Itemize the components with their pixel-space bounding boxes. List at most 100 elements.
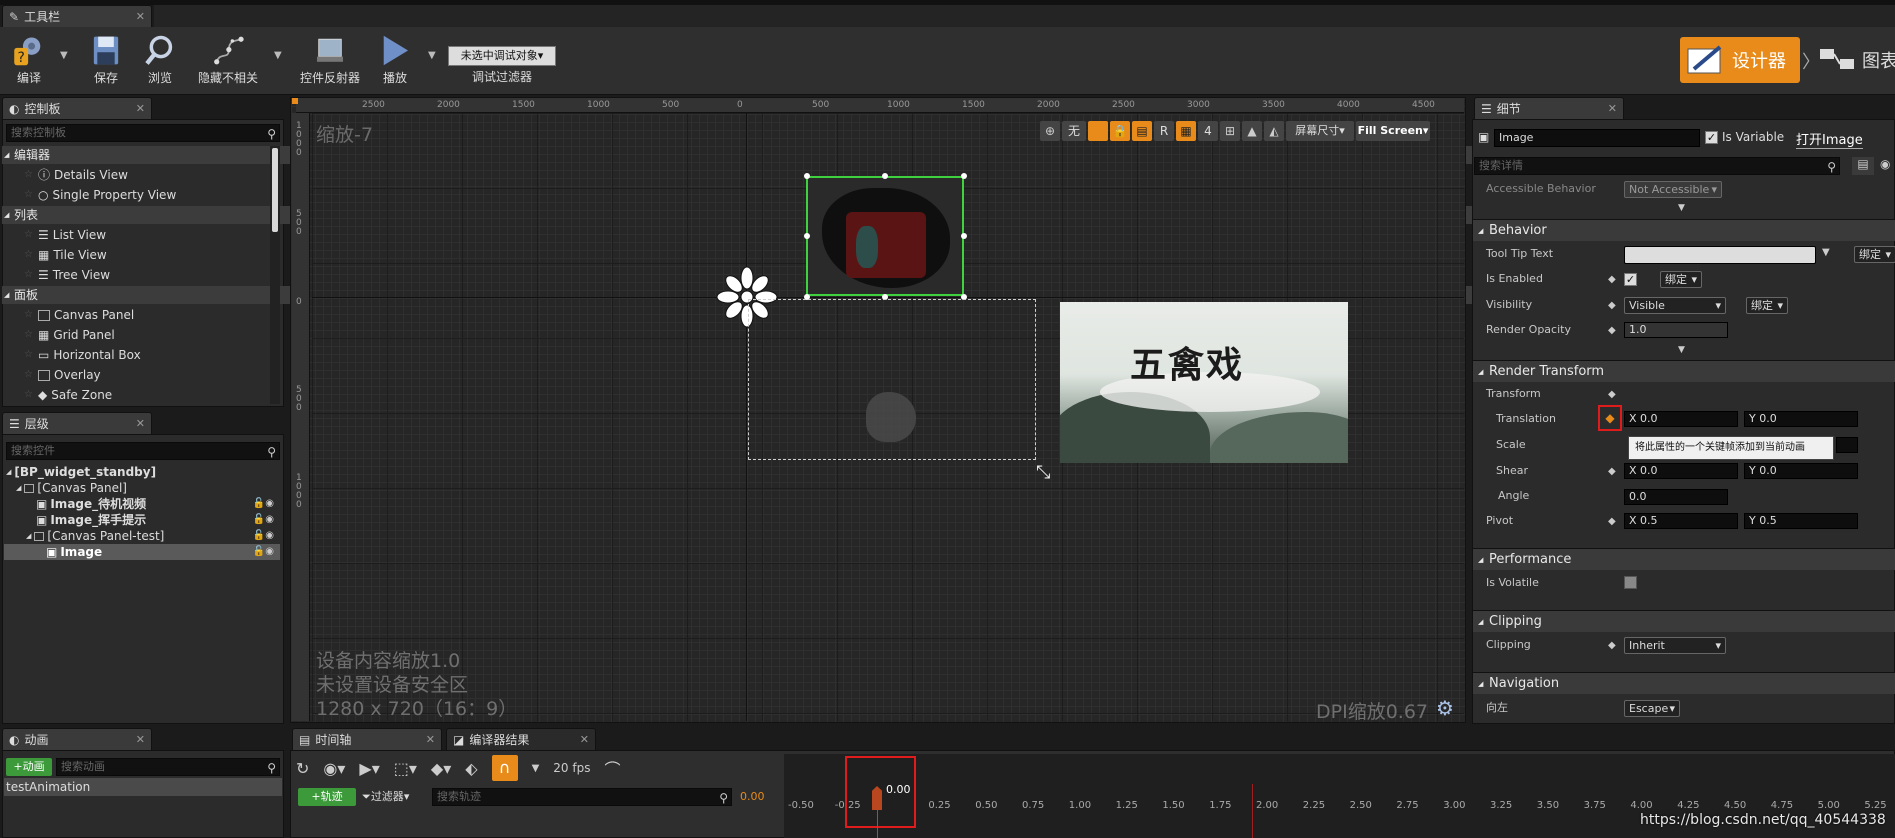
auto-key-icon[interactable]: ⬖: [465, 759, 477, 778]
render-opacity-input[interactable]: 1.0: [1624, 322, 1728, 338]
selected-image-widget[interactable]: [806, 176, 964, 296]
palette-item-grid-panel[interactable]: ☆ ▦ Grid Panel: [24, 326, 115, 344]
star-icon[interactable]: ☆: [24, 326, 34, 344]
compile-button[interactable]: ? 编译: [4, 34, 54, 86]
clipping-dropdown[interactable]: Inherit: [1624, 637, 1726, 654]
play-options-icon[interactable]: ▼: [428, 50, 436, 61]
keyframe-icon[interactable]: ◆: [1608, 640, 1616, 651]
dpi-preview-icon[interactable]: ◭: [1264, 121, 1284, 141]
star-icon[interactable]: ☆: [24, 186, 34, 204]
star-icon[interactable]: ☆: [24, 366, 34, 384]
close-icon[interactable]: ✕: [136, 102, 145, 115]
keyframe-icon[interactable]: ◆: [1608, 274, 1616, 285]
performance-category[interactable]: Performance: [1473, 548, 1895, 571]
save-button[interactable]: 保存: [86, 34, 126, 86]
expand-more-icon[interactable]: ▼: [1678, 345, 1685, 355]
track-search-input[interactable]: 搜索轨迹 ⚲: [432, 788, 732, 806]
hide-unrelated-options-icon[interactable]: ▼: [274, 50, 282, 61]
star-icon[interactable]: ☆: [24, 246, 34, 264]
is-variable-checkbox[interactable]: ✓: [1705, 131, 1718, 144]
hierarchy-item-image-wave[interactable]: ▣ Image_挥手提示 🔓◉: [36, 512, 280, 528]
playback-icon[interactable]: ▶▾: [359, 759, 379, 778]
palette-item-tree-view[interactable]: ☆ ☰ Tree View: [24, 266, 110, 284]
nav-left-dropdown[interactable]: Escape: [1624, 700, 1680, 717]
keyframe-icon[interactable]: ◆: [1608, 389, 1616, 400]
translation-keyframe-button[interactable]: ◆: [1598, 405, 1622, 431]
toolbar-tab[interactable]: ✎ 工具栏 ✕: [2, 5, 152, 27]
playhead-handle[interactable]: [872, 786, 882, 810]
lock-eye-icons[interactable]: 🔓◉: [253, 528, 274, 544]
palette-item-canvas-panel[interactable]: ☆ Canvas Panel: [24, 306, 134, 324]
background-image-icon[interactable]: ▲: [1242, 121, 1262, 141]
widget-name-input[interactable]: Image: [1494, 129, 1700, 147]
expand-icon[interactable]: ◢: [26, 528, 31, 544]
tooltip-text-input[interactable]: [1624, 246, 1816, 264]
scale-y-input-stub[interactable]: [1836, 437, 1858, 453]
filter-button[interactable]: ⏷过滤器▾: [362, 788, 409, 806]
palette-item-single-property-view[interactable]: ☆ ○ Single Property View: [24, 186, 176, 204]
gear-icon[interactable]: ⚙: [1436, 696, 1454, 720]
play-button[interactable]: 播放: [374, 34, 416, 86]
lock-eye-icons[interactable]: 🔓◉: [253, 496, 274, 512]
selection-icon[interactable]: ⬚▾: [394, 759, 417, 778]
hierarchy-item-canvas-panel-test[interactable]: ◢ [Canvas Panel-test] 🔓◉: [26, 528, 280, 544]
palette-item-safe-zone[interactable]: ☆ ◆ Safe Zone: [24, 386, 112, 404]
hierarchy-item-root[interactable]: ◢ [BP_widget_standby]: [6, 464, 156, 480]
pivot-x-input[interactable]: X 0.5: [1624, 513, 1738, 529]
accessible-behavior-dropdown[interactable]: Not Accessible: [1624, 181, 1722, 198]
details-search-input[interactable]: 搜索详情 ⚲: [1474, 157, 1840, 175]
hide-unrelated-button[interactable]: 隐藏不相关: [194, 34, 262, 86]
respect-locks-button[interactable]: R: [1154, 121, 1174, 141]
close-icon[interactable]: ✕: [136, 733, 145, 746]
designer-mode-button[interactable]: 设计器: [1680, 37, 1800, 83]
keyframe-icon[interactable]: ◆: [1608, 325, 1616, 336]
property-matrix-icon[interactable]: ▤: [1852, 157, 1874, 175]
palette-item-horizontal-box[interactable]: ☆ ▭ Horizontal Box: [24, 346, 141, 364]
palette-scrollbar[interactable]: [270, 146, 280, 404]
grid-size-button[interactable]: 4: [1198, 121, 1218, 141]
translation-y-input[interactable]: Y 0.0: [1744, 411, 1858, 427]
selection-handle-ml[interactable]: [804, 233, 810, 239]
loop-icon[interactable]: ↻: [296, 759, 309, 778]
selection-handle-tl[interactable]: [804, 173, 810, 179]
expand-icon[interactable]: ◢: [6, 464, 11, 480]
debug-object-dropdown[interactable]: 未选中调试对象▾: [448, 46, 556, 66]
selection-handle-mr[interactable]: [961, 233, 967, 239]
grid-snap-icon[interactable]: ▦: [1176, 121, 1196, 141]
lock-icon[interactable]: 🔒: [1110, 121, 1130, 141]
visibility-bind-button[interactable]: 绑定: [1746, 297, 1788, 314]
localization-none-button[interactable]: 无: [1062, 121, 1086, 141]
layout-toggle-icon[interactable]: ▤: [1132, 121, 1152, 141]
pivot-y-input[interactable]: Y 0.5: [1744, 513, 1858, 529]
star-icon[interactable]: ☆: [24, 226, 34, 244]
snap-magnet-button[interactable]: ∩: [491, 755, 518, 781]
shear-y-input[interactable]: Y 0.0: [1744, 463, 1858, 479]
star-icon[interactable]: ☆: [24, 166, 34, 184]
animation-search-input[interactable]: 搜索动画 ⚲: [56, 758, 280, 776]
tooltip-bind-button[interactable]: 绑定: [1854, 246, 1895, 263]
palette-item-list-view[interactable]: ☆ ☰ List View: [24, 226, 106, 244]
wuqinxi-image[interactable]: 五禽戏: [1060, 302, 1348, 463]
current-time-value[interactable]: 0.00: [740, 790, 765, 803]
fill-screen-dropdown[interactable]: Fill Screen▾: [1356, 121, 1430, 141]
star-icon[interactable]: ☆: [24, 386, 34, 404]
palette-item-details-view[interactable]: ☆ ⓘ Details View: [24, 166, 128, 184]
behavior-category[interactable]: Behavior: [1473, 219, 1895, 242]
close-icon[interactable]: ✕: [136, 417, 145, 430]
hierarchy-item-canvas-panel[interactable]: ◢ [Canvas Panel]: [16, 480, 127, 496]
outline-toggle-icon[interactable]: [1088, 121, 1108, 141]
expand-icon[interactable]: ◢: [16, 480, 21, 496]
compiler-results-tab[interactable]: ◪ 编译器结果 ✕: [446, 728, 596, 750]
keyframe-icon[interactable]: ◆: [1608, 300, 1616, 311]
navigation-category[interactable]: Navigation: [1473, 672, 1895, 695]
clipping-category[interactable]: Clipping: [1473, 610, 1895, 633]
open-image-link[interactable]: 打开Image: [1796, 129, 1863, 149]
screen-size-dropdown[interactable]: 屏幕尺寸▾: [1286, 121, 1354, 141]
render-transform-category[interactable]: Render Transform: [1473, 360, 1895, 383]
tooltip-dropdown-icon[interactable]: ▼: [1822, 247, 1830, 258]
hierarchy-item-image-video[interactable]: ▣ Image_待机视频 🔓◉: [36, 496, 280, 512]
palette-tab[interactable]: ◐ 控制板 ✕: [2, 97, 152, 119]
resize-diagonal-icon[interactable]: ⤡: [1036, 462, 1050, 483]
is-enabled-bind-button[interactable]: 绑定: [1660, 271, 1702, 288]
star-icon[interactable]: ☆: [24, 266, 34, 284]
